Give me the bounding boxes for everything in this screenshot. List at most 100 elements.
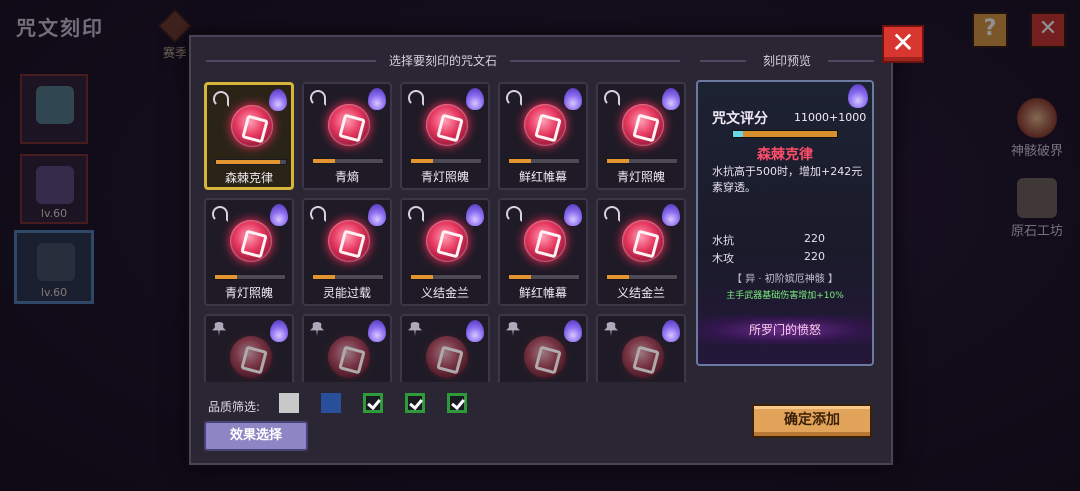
flame-icon: [564, 204, 582, 226]
stat-label: 水抗: [712, 234, 734, 247]
lock-icon: [506, 322, 520, 336]
rune-progress-bar: [410, 158, 482, 164]
rune-card[interactable]: 鲜红帷幕: [498, 82, 588, 190]
quality-filter-checkbox[interactable]: [405, 393, 425, 413]
set-name: 【 异 · 初阶嫔厄神骸 】: [732, 274, 838, 285]
check-icon: [409, 395, 423, 411]
rune-grid[interactable]: 森棘克律 青熵 青灯照魄 鲜红帷幕 青灯照魄 青灯照魄 灵能过载 义结金兰 鲜红帷幕 义结金兰: [198, 78, 690, 382]
lock-icon: [604, 322, 618, 336]
flame-icon: [368, 88, 386, 110]
flame-icon: [270, 204, 288, 226]
rune-card[interactable]: 青灯照魄: [596, 82, 686, 190]
engrave-slot-icon: [310, 90, 326, 106]
effect-select-button[interactable]: 效果选择: [204, 421, 308, 451]
rune-name: 鲜红帷幕: [518, 170, 567, 184]
flame-icon: [662, 320, 680, 342]
lock-icon: [408, 322, 422, 336]
quality-filter-checkbox[interactable]: [447, 393, 467, 413]
rune-stone-icon: [524, 336, 566, 378]
rune-name: 灵能过载: [322, 286, 371, 300]
rune-name: 森棘克律: [224, 171, 273, 185]
rune-name: 义结金兰: [616, 286, 665, 300]
preview-header: 刻印预览: [700, 52, 874, 70]
rune-progress-bar: [312, 274, 384, 280]
rune-progress-bar: [215, 159, 287, 165]
flame-icon: [662, 204, 680, 226]
close-icon: ✕: [891, 26, 915, 59]
quality-filter-checkbox[interactable]: [321, 393, 341, 413]
lock-icon: [212, 322, 226, 336]
rune-card[interactable]: [204, 314, 294, 382]
rune-name: 青灯照魄: [420, 170, 469, 184]
rune-stone-icon: [328, 220, 370, 262]
rune-card[interactable]: 灵能过载: [302, 198, 392, 306]
flame-icon: [368, 320, 386, 342]
rune-name: 青灯照魄: [224, 286, 273, 300]
rune-card[interactable]: [596, 314, 686, 382]
rune-score-bar: [732, 130, 838, 138]
rune-stone-icon: [426, 104, 468, 146]
rune-list-header: 选择要刻印的咒文石: [206, 52, 680, 70]
flame-icon: [269, 89, 287, 111]
rune-progress-bar: [508, 274, 580, 280]
rune-stone-icon: [622, 104, 664, 146]
rune-progress-bar: [508, 158, 580, 164]
flame-icon: [564, 320, 582, 342]
rune-card[interactable]: 义结金兰: [596, 198, 686, 306]
lock-icon: [310, 322, 324, 336]
engrave-slot-icon: [408, 90, 424, 106]
rune-card[interactable]: [498, 314, 588, 382]
preview-rune-name: 森棘克律: [757, 147, 813, 163]
rune-card[interactable]: [400, 314, 490, 382]
dialog-close-button[interactable]: ✕: [882, 25, 924, 63]
flame-icon: [466, 320, 484, 342]
rune-card[interactable]: 义结金兰: [400, 198, 490, 306]
rune-stone-icon: [230, 220, 272, 262]
rune-stone-icon: [622, 220, 664, 262]
rune-card[interactable]: 鲜红帷幕: [498, 198, 588, 306]
engrave-slot-icon: [213, 91, 229, 107]
flame-icon: [270, 320, 288, 342]
rune-stone-icon: [524, 104, 566, 146]
flame-icon: [564, 88, 582, 110]
flame-icon: [848, 84, 868, 108]
check-icon: [451, 395, 465, 411]
set-effect: 主手武器基础伤害增加+10%: [726, 291, 844, 301]
rune-stone-icon: [328, 336, 370, 378]
stat-label: 木攻: [712, 252, 734, 265]
engrave-slot-icon: [408, 206, 424, 222]
rune-card[interactable]: [302, 314, 392, 382]
rune-card[interactable]: 森棘克律: [204, 82, 294, 190]
rune-name: 义结金兰: [420, 286, 469, 300]
set-tag-badge: 所罗门的愤怒: [698, 316, 872, 344]
quality-filter-label: 品质筛选:: [208, 400, 261, 414]
rune-card[interactable]: 青灯照魄: [400, 82, 490, 190]
engrave-preview-panel: 咒文评分 11000+1000 森棘克律 水抗高于500时，增加+242元素穿透…: [696, 80, 874, 366]
stat-row: 木攻 220: [712, 250, 832, 266]
engrave-slot-icon: [506, 206, 522, 222]
confirm-add-button[interactable]: 确定添加: [752, 404, 872, 438]
rune-progress-bar: [214, 274, 286, 280]
rune-stone-icon: [230, 336, 272, 378]
flame-icon: [368, 204, 386, 226]
rune-name: 青灯照魄: [616, 170, 665, 184]
rune-score-value: 11000+1000: [794, 111, 867, 124]
check-icon: [367, 395, 381, 411]
flame-icon: [662, 88, 680, 110]
rune-stone-icon: [231, 105, 273, 147]
stat-row: 水抗 220: [712, 232, 832, 248]
rune-card[interactable]: 青熵: [302, 82, 392, 190]
quality-filter-checkbox[interactable]: [363, 393, 383, 413]
stat-value: 220: [804, 250, 825, 263]
rune-card[interactable]: 青灯照魄: [204, 198, 294, 306]
rune-progress-bar: [606, 274, 678, 280]
rune-score-label: 咒文评分: [712, 111, 768, 127]
stat-value: 220: [804, 232, 825, 245]
quality-filter-checkbox[interactable]: [279, 393, 299, 413]
flame-icon: [466, 204, 484, 226]
rune-progress-bar: [312, 158, 384, 164]
flame-icon: [466, 88, 484, 110]
engrave-slot-icon: [506, 90, 522, 106]
rune-stone-icon: [426, 336, 468, 378]
rune-stone-icon: [524, 220, 566, 262]
